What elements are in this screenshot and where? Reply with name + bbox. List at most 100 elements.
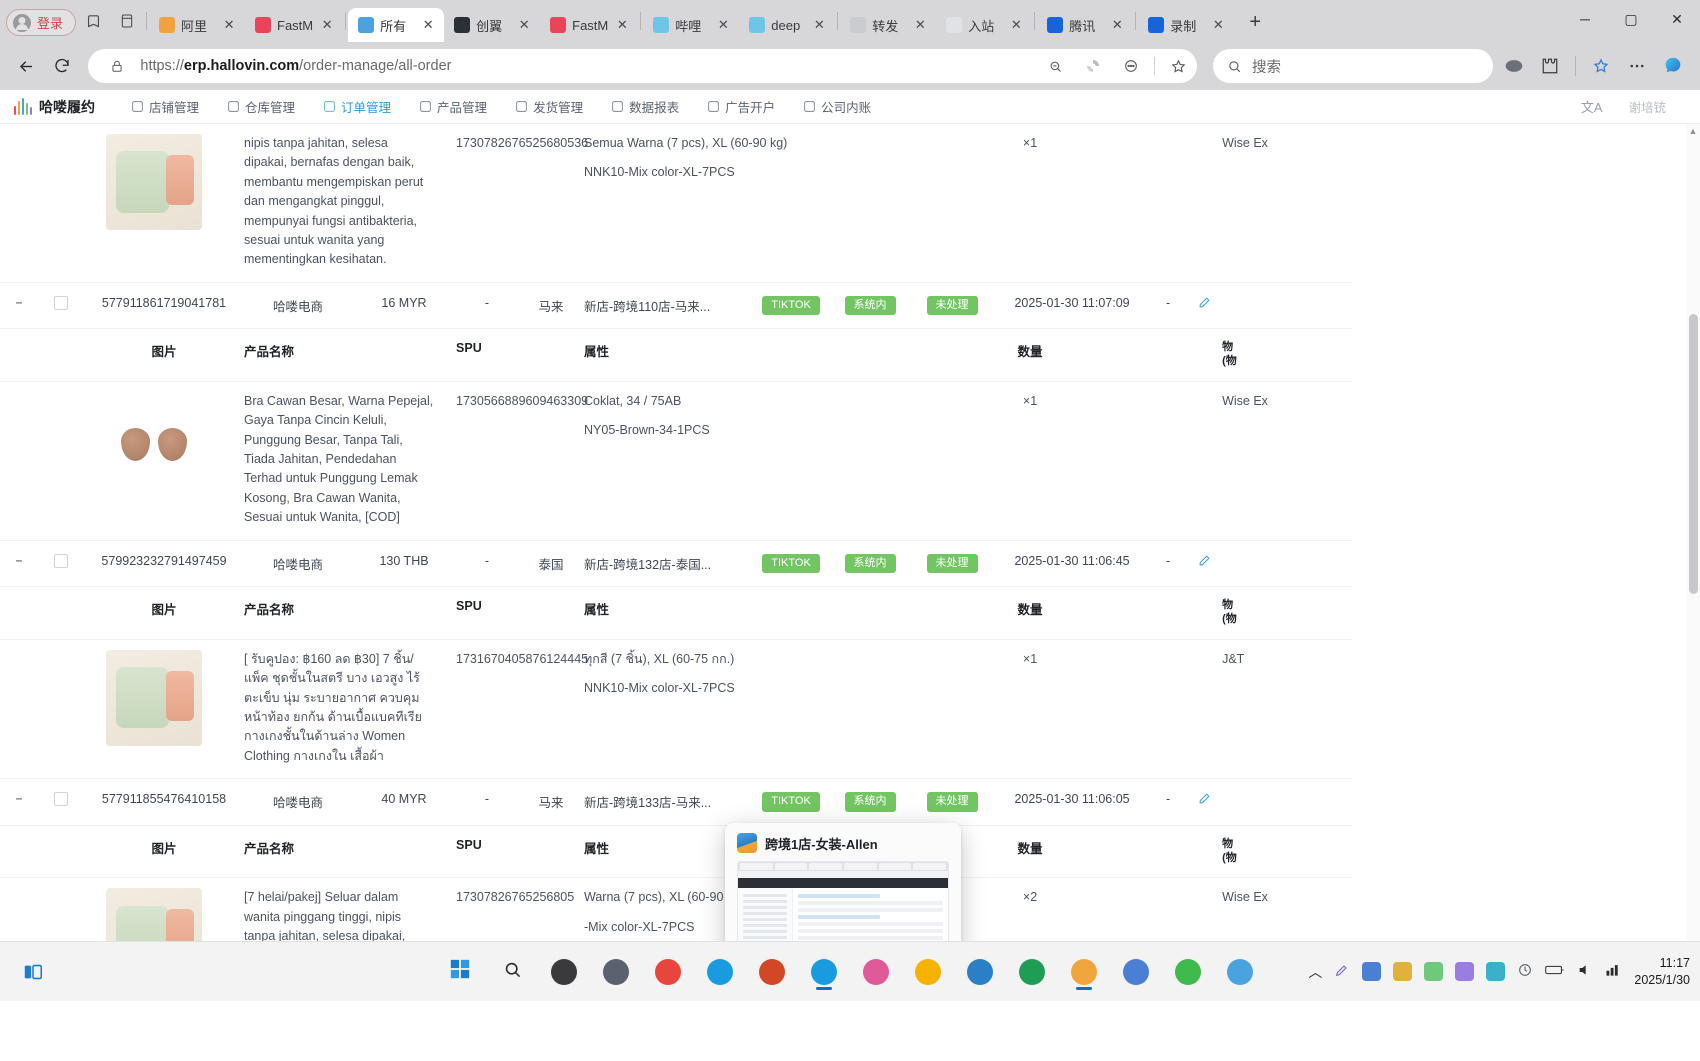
tray-pen-icon[interactable] <box>1334 962 1350 981</box>
tab-close-icon[interactable]: ✕ <box>1210 17 1226 33</box>
tab-close-icon[interactable]: ✕ <box>1109 17 1125 33</box>
window-maximize-button[interactable]: ▢ <box>1608 0 1654 38</box>
browser-tab-1[interactable]: FastM ✕ <box>245 8 343 42</box>
translate-icon[interactable]: 文A <box>1581 97 1603 116</box>
row-checkbox-cell[interactable] <box>38 540 84 588</box>
browser-tab-10[interactable]: 录制 ✕ <box>1138 8 1234 42</box>
taskbar-search-button[interactable] <box>493 953 531 991</box>
tray-app-icon-4[interactable] <box>1455 962 1475 981</box>
page-scrollbar[interactable]: ▲ ▼ <box>1686 124 1700 1001</box>
edit-pencil-icon[interactable] <box>1198 793 1211 808</box>
browser-tab-0[interactable]: 阿里 ✕ <box>149 8 245 42</box>
zoom-out-icon[interactable] <box>1040 51 1070 81</box>
row-expander-toggle[interactable]: − <box>0 778 38 826</box>
tab-close-icon[interactable]: ✕ <box>811 17 827 33</box>
tab-close-icon[interactable]: ✕ <box>1008 17 1024 33</box>
browser-tab-6[interactable]: deep ✕ <box>739 8 835 42</box>
taskbar-clock[interactable]: 11:17 2025/1/30 <box>1634 955 1690 988</box>
browser-tab-7[interactable]: 转发 ✕ <box>840 8 936 42</box>
tab-close-icon[interactable]: ✕ <box>715 17 731 33</box>
row-checkbox[interactable] <box>54 553 68 568</box>
browser-tab-9[interactable]: 腾讯 ✕ <box>1037 8 1133 42</box>
tab-close-icon[interactable]: ✕ <box>912 17 928 33</box>
order-summary-row[interactable]: −577911861719041781 哈喽电商 16 MYR - 马来 新店-跨境110… <box>0 282 1613 330</box>
taskbar-app-search[interactable] <box>545 953 583 991</box>
edit-pencil-icon[interactable] <box>1198 554 1211 570</box>
product-thumbnail[interactable] <box>106 134 202 230</box>
taskbar-app-edge[interactable] <box>805 953 843 991</box>
tray-app-icon-2[interactable] <box>1393 962 1413 981</box>
order-edit-button[interactable] <box>1186 540 1223 588</box>
row-expander-toggle[interactable]: − <box>0 540 38 588</box>
copilot-icon[interactable] <box>1078 51 1108 81</box>
copilot-sidebar-icon[interactable] <box>1656 49 1690 83</box>
nav-item-4[interactable]: 发货管理 <box>501 90 597 124</box>
back-button[interactable] <box>10 49 42 83</box>
tab-close-icon[interactable]: ✕ <box>221 17 237 33</box>
vertical-tabs-icon[interactable] <box>110 6 144 36</box>
row-checkbox[interactable] <box>54 295 68 310</box>
taskbar-app-browser-pink[interactable] <box>857 953 895 991</box>
translate-toolbar-icon[interactable] <box>1497 49 1531 83</box>
order-edit-button[interactable] <box>1186 778 1223 826</box>
order-number[interactable]: 577911861719041781 <box>84 282 244 330</box>
taskbar-app-video-app[interactable] <box>1221 953 1259 991</box>
taskbar-app-chrome[interactable] <box>649 953 687 991</box>
taskbar-app-network[interactable] <box>961 953 999 991</box>
user-name-label[interactable]: 谢培铳 <box>1628 97 1666 116</box>
address-bar[interactable]: https://erp.hallovin.com/order-manage/al… <box>88 49 1197 83</box>
taskbar-app-erp-app[interactable] <box>1065 953 1103 991</box>
search-input[interactable]: 搜索 <box>1213 49 1493 83</box>
tab-close-icon[interactable]: ✕ <box>420 17 436 33</box>
taskbar-app-widgets[interactable] <box>597 953 635 991</box>
row-checkbox-cell[interactable] <box>38 282 84 330</box>
tab-close-icon[interactable]: ✕ <box>516 17 532 33</box>
browser-tab-5[interactable]: 哔哩 ✕ <box>643 8 739 42</box>
more-options-icon[interactable] <box>1116 51 1146 81</box>
tray-app-icon-1[interactable] <box>1362 962 1382 981</box>
order-summary-row[interactable]: −577911855476410158 哈喽电商 40 MYR - 马来 新店-跨境133… <box>0 778 1613 826</box>
profile-login-button[interactable]: 登录 <box>6 9 77 36</box>
tray-clock-icon[interactable] <box>1517 962 1533 981</box>
tab-collections-icon[interactable] <box>76 6 110 36</box>
order-number[interactable]: 577911855476410158 <box>84 778 244 826</box>
tray-expand-icon[interactable]: ︿ <box>1308 962 1322 982</box>
task-view-button[interactable] <box>14 953 52 991</box>
tab-close-icon[interactable]: ✕ <box>614 17 630 33</box>
browser-tab-8[interactable]: 入站 ✕ <box>936 8 1032 42</box>
favorites-icon[interactable] <box>1584 49 1618 83</box>
new-tab-button[interactable]: + <box>1240 7 1270 37</box>
nav-item-1[interactable]: 仓库管理 <box>213 90 309 124</box>
taskbar-app-wps[interactable] <box>753 953 791 991</box>
brand[interactable]: 哈喽履约 <box>14 97 95 117</box>
favorite-star-icon[interactable] <box>1163 51 1193 81</box>
start-button[interactable] <box>441 953 479 991</box>
taskbar-app-mail[interactable] <box>701 953 739 991</box>
scrollbar-thumb[interactable] <box>1689 314 1698 594</box>
window-minimize-button[interactable]: ─ <box>1562 0 1608 38</box>
browser-tab-3[interactable]: 创翼 ✕ <box>444 8 540 42</box>
tray-app-icon-3[interactable] <box>1424 962 1444 981</box>
product-thumbnail[interactable] <box>106 391 202 488</box>
product-thumbnail[interactable] <box>106 649 202 746</box>
tray-app-icon-5[interactable] <box>1486 962 1506 981</box>
settings-more-icon[interactable] <box>1620 49 1654 83</box>
row-expander-toggle[interactable]: − <box>0 282 38 330</box>
browser-tab-4[interactable]: FastM ✕ <box>540 8 638 42</box>
order-store[interactable]: 新店-跨境132店-泰国... <box>584 540 753 588</box>
order-store[interactable]: 新店-跨境110店-马来... <box>584 282 753 330</box>
order-summary-row[interactable]: −579923232791497459 哈喽电商 130 THB - 泰国 新店-跨境13… <box>0 540 1613 588</box>
tray-volume-icon[interactable] <box>1577 962 1593 981</box>
browser-tab-2[interactable]: 所有 ✕ <box>348 8 445 42</box>
nav-item-7[interactable]: 公司内账 <box>789 90 885 124</box>
reload-button[interactable] <box>46 49 78 83</box>
taskbar-app-wechat[interactable] <box>1169 953 1207 991</box>
scroll-up-arrow[interactable]: ▲ <box>1687 126 1699 140</box>
order-store[interactable]: 新店-跨境133店-马来... <box>584 778 753 826</box>
row-checkbox-cell[interactable] <box>38 778 84 826</box>
tray-network-icon[interactable] <box>1605 963 1622 980</box>
order-edit-button[interactable] <box>1186 282 1223 330</box>
nav-item-3[interactable]: 产品管理 <box>405 90 501 124</box>
row-checkbox[interactable] <box>54 792 68 806</box>
nav-item-0[interactable]: 店铺管理 <box>117 90 213 124</box>
